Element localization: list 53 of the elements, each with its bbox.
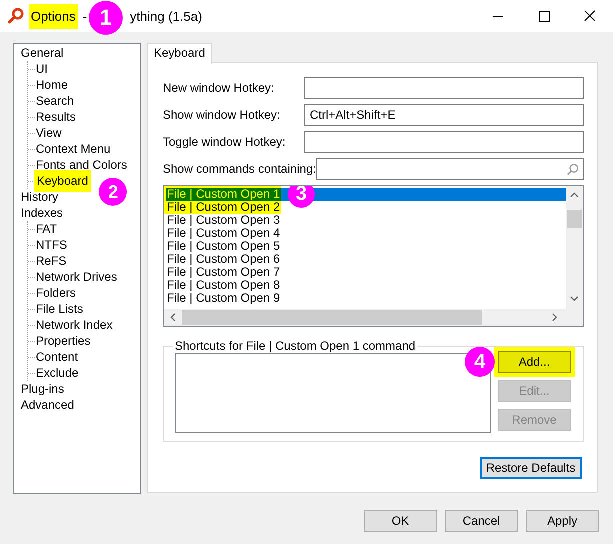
tab[interactable]: Keyboard — [147, 43, 212, 64]
field-label: Show commands containing: — [163, 161, 316, 177]
callout-marker: 1 — [88, 0, 123, 34]
tree-item[interactable]: Indexes — [19, 206, 66, 220]
callout-marker: 3 — [288, 186, 315, 208]
tree-item[interactable]: History — [19, 190, 60, 204]
tree-item[interactable]: View — [34, 126, 64, 140]
search-field[interactable] — [316, 158, 584, 180]
tree-item[interactable]: NTFS — [34, 238, 70, 252]
callout-marker: 2 — [99, 178, 128, 206]
command-item[interactable]: File | Custom Open 4 — [166, 227, 280, 240]
window-title: Options — [29, 4, 78, 28]
hotkey-field[interactable] — [304, 131, 584, 153]
command-item[interactable]: File | Custom Open 8 — [166, 279, 280, 292]
callout-marker: 4 — [465, 347, 495, 377]
tree-item[interactable]: ReFS — [34, 254, 69, 268]
hotkey-field[interactable] — [304, 77, 584, 99]
restore-defaults-button[interactable]: Restore Defaults — [480, 457, 582, 479]
field-label: Toggle window Hotkey: — [163, 134, 287, 150]
search-icon — [566, 162, 579, 176]
field-label: New window Hotkey: — [163, 80, 276, 96]
tree-item[interactable]: Content — [34, 350, 80, 364]
tree-item[interactable]: Results — [34, 110, 78, 124]
hotkey-field[interactable]: Ctrl+Alt+Shift+E — [304, 104, 584, 126]
command-item[interactable]: File | Custom Open 6 — [166, 253, 280, 266]
window-title: ything (1.5a) — [129, 8, 204, 26]
tree-item[interactable]: FAT — [34, 222, 60, 236]
tree-item[interactable]: Properties — [34, 334, 93, 348]
tree-item[interactable]: Exclude — [34, 366, 81, 380]
magnifier-logo-icon — [8, 8, 24, 24]
tree-item[interactable]: Fonts and Colors — [34, 158, 130, 172]
tree-item[interactable]: Home — [34, 78, 70, 92]
tree-item[interactable]: Keyboard — [34, 170, 92, 192]
tree-item[interactable]: Network Drives — [34, 270, 120, 284]
tree-item[interactable]: Context Menu — [34, 142, 113, 156]
dialog-button[interactable]: OK — [364, 510, 437, 532]
command-item[interactable]: File | Custom Open 3 — [166, 214, 280, 227]
command-item[interactable]: File | Custom Open 9 — [166, 292, 280, 305]
dialog-button[interactable]: Cancel — [445, 510, 518, 532]
tree-item[interactable]: Network Index — [34, 318, 115, 332]
command-item[interactable]: File | Custom Open 2 — [166, 201, 280, 214]
command-item[interactable]: File | Custom Open 5 — [166, 240, 280, 253]
group-title: Shortcuts for File | Custom Open 1 command — [174, 339, 417, 353]
tree-item[interactable]: File Lists — [34, 302, 86, 316]
tree-item[interactable]: Search — [34, 94, 76, 108]
tree-item[interactable]: Plug-ins — [19, 382, 66, 396]
field-label: Show window Hotkey: — [163, 107, 282, 123]
command-item[interactable]: File | Custom Open 7 — [166, 266, 280, 279]
tree-item[interactable]: UI — [34, 62, 50, 76]
tree-item[interactable]: General — [19, 46, 66, 60]
tree-item[interactable]: Advanced — [19, 398, 76, 412]
tree-item[interactable]: Folders — [34, 286, 78, 300]
dialog-button[interactable]: Apply — [526, 510, 599, 532]
